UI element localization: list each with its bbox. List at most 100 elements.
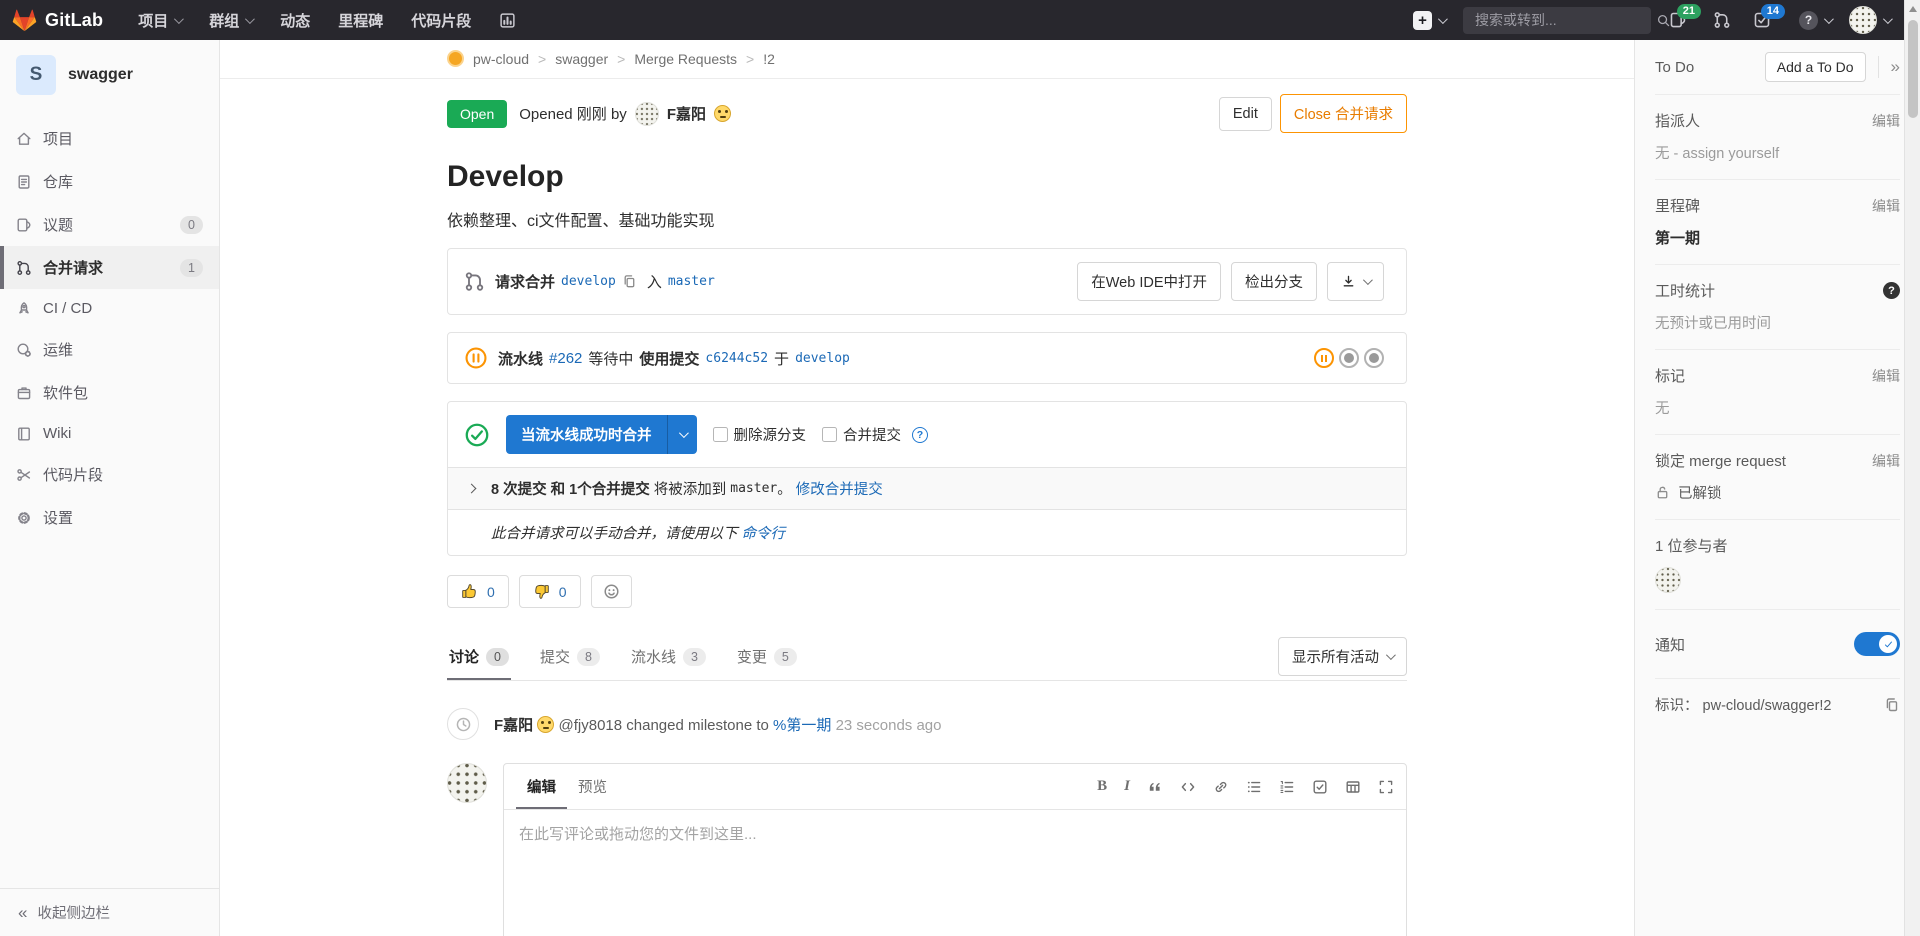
assignee-value[interactable]: 无 - assign yourself <box>1655 142 1900 163</box>
note-timestamp[interactable]: 23 seconds ago <box>836 717 942 734</box>
web-ide-button[interactable]: 在Web IDE中打开 <box>1077 262 1221 301</box>
add-todo-button[interactable]: Add a To Do <box>1765 52 1866 82</box>
editor-tab-preview[interactable]: 预览 <box>567 764 618 809</box>
remove-source-branch-checkbox[interactable] <box>713 427 728 442</box>
participant-avatar[interactable] <box>1655 567 1681 593</box>
bullet-list-icon[interactable] <box>1246 779 1262 795</box>
thumbs-down-button[interactable]: 0 <box>519 575 581 608</box>
breadcrumb-mrs[interactable]: Merge Requests <box>634 51 737 67</box>
nav-snippets[interactable]: 代码片段 <box>400 0 482 40</box>
notifications-toggle[interactable] <box>1854 632 1900 656</box>
search-input[interactable] <box>1475 12 1656 28</box>
copy-branch-icon[interactable] <box>622 274 637 289</box>
nav-groups[interactable]: 群组 <box>198 0 263 40</box>
collapse-right-sidebar-button[interactable]: » <box>1891 57 1900 77</box>
sidebar-item-packages[interactable]: 软件包 <box>0 371 219 414</box>
pipeline-ref-link[interactable]: develop <box>795 351 850 366</box>
collapse-sidebar-button[interactable]: « 收起侧边栏 <box>0 888 219 936</box>
tab-commits[interactable]: 提交 8 <box>538 633 602 680</box>
sidebar-item-issues[interactable]: 议题 0 <box>0 203 219 246</box>
stage-created-icon[interactable] <box>1339 348 1359 368</box>
merge-options-dropdown[interactable] <box>667 415 697 454</box>
target-branch-link[interactable]: master <box>668 274 715 289</box>
remove-source-branch-option[interactable]: 删除源分支 <box>713 424 807 445</box>
breadcrumb-project[interactable]: swagger <box>555 51 608 67</box>
scroll-up-arrow[interactable] <box>1909 6 1917 12</box>
fullscreen-icon[interactable] <box>1378 779 1394 795</box>
sidebar-item-settings[interactable]: 设置 <box>0 496 219 539</box>
sidebar-item-wiki[interactable]: Wiki <box>0 414 219 453</box>
merge-request-icon <box>464 271 485 292</box>
copy-reference-icon[interactable] <box>1884 697 1900 713</box>
expand-commits-chevron[interactable] <box>467 484 477 494</box>
time-tracking-help-icon[interactable]: ? <box>1883 282 1900 299</box>
thumbs-up-button[interactable]: 0 <box>447 575 509 608</box>
mergeable-check-icon <box>464 422 490 448</box>
author-name[interactable]: F嘉阳 <box>667 103 706 124</box>
labels-edit-link[interactable]: 编辑 <box>1872 366 1900 386</box>
scrollbar-thumb[interactable] <box>1908 20 1918 118</box>
command-line-link[interactable]: 命令行 <box>742 526 786 542</box>
project-header[interactable]: S swagger <box>0 40 219 117</box>
close-mr-button[interactable]: Close 合并请求 <box>1280 94 1407 133</box>
tab-discussion[interactable]: 讨论 0 <box>447 633 511 680</box>
squash-help-icon[interactable]: ? <box>912 427 928 443</box>
lock-edit-link[interactable]: 编辑 <box>1872 451 1900 471</box>
edit-button[interactable]: Edit <box>1219 97 1272 131</box>
quote-icon[interactable] <box>1147 779 1163 795</box>
user-menu-button[interactable] <box>1849 6 1890 34</box>
global-search[interactable] <box>1463 7 1651 34</box>
activity-filter-dropdown[interactable]: 显示所有活动 <box>1278 637 1407 676</box>
milestone-edit-link[interactable]: 编辑 <box>1872 196 1900 216</box>
milestone-link[interactable]: %第一期 <box>773 717 831 734</box>
source-branch-link[interactable]: develop <box>561 274 616 289</box>
gitlab-logo[interactable]: GitLab <box>12 8 103 32</box>
assigned-mr-button[interactable] <box>1713 11 1731 29</box>
mr-count-pill: 1 <box>180 259 203 277</box>
merge-when-pipeline-succeeds-button[interactable]: 当流水线成功时合并 <box>506 415 697 454</box>
modify-merge-commit-link[interactable]: 修改合并提交 <box>796 478 883 499</box>
download-dropdown-button[interactable] <box>1327 262 1384 301</box>
tab-changes[interactable]: 变更 5 <box>735 633 799 680</box>
sidebar-item-merge-requests[interactable]: 合并请求 1 <box>0 246 219 289</box>
numbered-list-icon[interactable] <box>1279 779 1295 795</box>
author-avatar[interactable] <box>635 102 659 126</box>
table-icon[interactable] <box>1345 779 1361 795</box>
editor-tab-write[interactable]: 编辑 <box>516 764 567 809</box>
pipeline-id-link[interactable]: #262 <box>549 350 582 367</box>
bold-icon[interactable]: B <box>1097 778 1107 795</box>
checkout-branch-button[interactable]: 检出分支 <box>1231 262 1317 301</box>
add-reaction-button[interactable] <box>591 575 632 608</box>
tab-pipelines[interactable]: 流水线 3 <box>629 633 708 680</box>
link-icon[interactable] <box>1213 779 1229 795</box>
nav-projects[interactable]: 项目 <box>127 0 192 40</box>
assigned-issues-button[interactable]: 21 <box>1669 11 1687 29</box>
breadcrumb-group[interactable]: pw-cloud <box>473 51 529 67</box>
sidebar-item-repository[interactable]: 仓库 <box>0 160 219 203</box>
milestone-value[interactable]: 第一期 <box>1655 227 1900 248</box>
todos-button[interactable]: 14 <box>1753 11 1771 29</box>
assignee-edit-link[interactable]: 编辑 <box>1872 111 1900 131</box>
stage-created-icon[interactable] <box>1364 348 1384 368</box>
new-menu-button[interactable]: + <box>1413 11 1445 30</box>
note-author[interactable]: F嘉阳 <box>494 717 533 734</box>
pipeline-paused-icon[interactable] <box>464 346 488 370</box>
squash-checkbox[interactable] <box>822 427 837 442</box>
nav-milestones[interactable]: 里程碑 <box>327 0 394 40</box>
stage-paused-icon[interactable] <box>1314 348 1334 368</box>
comment-textarea[interactable] <box>504 810 1406 936</box>
nav-charts[interactable] <box>488 0 527 40</box>
code-icon[interactable] <box>1180 779 1196 795</box>
sidebar-item-snippets[interactable]: 代码片段 <box>0 453 219 496</box>
italic-icon[interactable]: I <box>1124 778 1130 795</box>
task-list-icon[interactable] <box>1312 779 1328 795</box>
wiki-icon <box>16 426 32 442</box>
page-scrollbar[interactable] <box>1904 0 1920 936</box>
sidebar-item-cicd[interactable]: CI / CD <box>0 289 219 328</box>
squash-option[interactable]: 合并提交 ? <box>822 424 928 445</box>
nav-activity[interactable]: 动态 <box>269 0 321 40</box>
help-menu-button[interactable]: ? <box>1799 11 1831 30</box>
sidebar-item-operations[interactable]: 运维 <box>0 328 219 371</box>
commit-sha-link[interactable]: c6244c52 <box>705 351 768 366</box>
sidebar-item-overview[interactable]: 项目 <box>0 117 219 160</box>
